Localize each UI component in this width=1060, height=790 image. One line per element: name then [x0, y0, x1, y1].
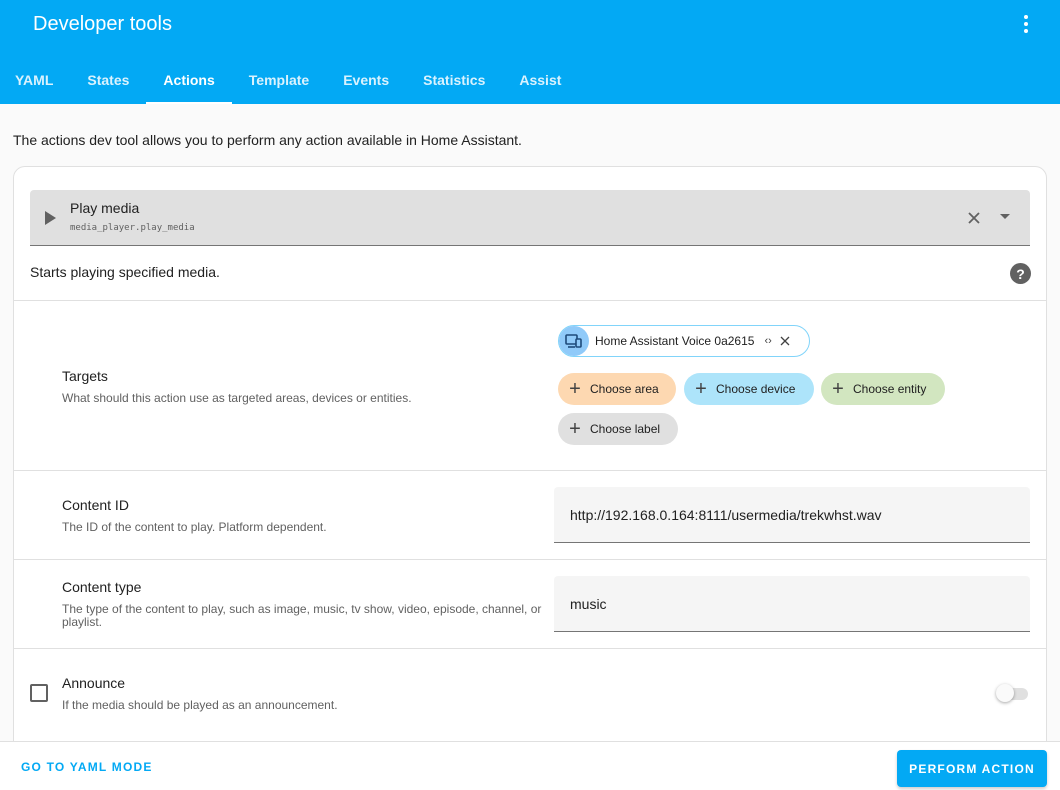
divider: [14, 300, 1046, 301]
announce-toggle[interactable]: [994, 684, 1030, 702]
action-card: Play media media_player.play_media Start…: [13, 166, 1047, 790]
divider: [14, 470, 1046, 471]
choose-area-button[interactable]: + Choose area: [558, 373, 676, 405]
footer-bar: GO TO YAML MODE PERFORM ACTION: [0, 741, 1060, 790]
choose-label-label: Choose label: [590, 422, 661, 436]
toggle-knob: [996, 684, 1014, 702]
remove-target-icon[interactable]: [780, 336, 790, 346]
content-id-label: Content ID: [62, 497, 129, 513]
devices-icon: [559, 326, 589, 356]
menu-down-icon[interactable]: [1000, 214, 1010, 219]
choose-device-label: Choose device: [716, 382, 796, 396]
selected-target-label: Home Assistant Voice 0a2615: [595, 334, 755, 348]
tab-actions[interactable]: Actions: [146, 56, 233, 104]
action-description: Starts playing specified media.: [30, 264, 220, 280]
dots-vertical-icon[interactable]: [1014, 12, 1038, 36]
plus-icon: +: [832, 377, 844, 400]
action-picker[interactable]: Play media media_player.play_media: [30, 190, 1030, 246]
content-type-help: The type of the content to play, such as…: [62, 602, 542, 629]
tab-states[interactable]: States: [70, 56, 146, 104]
targets-help: What should this action use as targeted …: [62, 391, 412, 405]
selected-target-chip[interactable]: Home Assistant Voice 0a2615 ‹›: [558, 325, 810, 357]
play-icon: [45, 211, 56, 225]
unfold-icon[interactable]: ‹›: [764, 335, 771, 347]
perform-action-button[interactable]: PERFORM ACTION: [897, 750, 1047, 787]
content-id-help: The ID of the content to play. Platform …: [62, 520, 327, 534]
divider: [14, 648, 1046, 649]
tab-bar: YAML States Actions Template Events Stat…: [0, 56, 578, 104]
intro-text: The actions dev tool allows you to perfo…: [13, 132, 522, 148]
divider: [14, 559, 1046, 560]
content-type-input[interactable]: music: [554, 576, 1030, 632]
close-icon[interactable]: [964, 208, 984, 228]
tab-events[interactable]: Events: [326, 56, 406, 104]
tab-assist[interactable]: Assist: [502, 56, 578, 104]
announce-checkbox[interactable]: [30, 684, 48, 702]
help-circle-icon[interactable]: ?: [1010, 263, 1031, 284]
plus-icon: +: [569, 417, 581, 440]
choose-device-button[interactable]: + Choose device: [684, 373, 814, 405]
targets-label: Targets: [62, 368, 108, 384]
action-id: media_player.play_media: [70, 223, 195, 233]
top-app-bar: Developer tools YAML States Actions Temp…: [0, 0, 1060, 104]
choose-label-button[interactable]: + Choose label: [558, 413, 678, 445]
content-id-input[interactable]: http://192.168.0.164:8111/usermedia/trek…: [554, 487, 1030, 543]
content-type-label: Content type: [62, 579, 142, 595]
choose-area-label: Choose area: [590, 382, 659, 396]
choose-entity-button[interactable]: + Choose entity: [821, 373, 945, 405]
tab-template[interactable]: Template: [232, 56, 326, 104]
plus-icon: +: [695, 377, 707, 400]
tab-statistics[interactable]: Statistics: [406, 56, 502, 104]
yaml-mode-button[interactable]: GO TO YAML MODE: [21, 760, 153, 774]
announce-label: Announce: [62, 675, 126, 691]
action-name: Play media: [70, 200, 140, 216]
choose-entity-label: Choose entity: [853, 382, 927, 396]
app-title: Developer tools: [33, 13, 172, 35]
tab-yaml[interactable]: YAML: [0, 56, 70, 104]
announce-help: If the media should be played as an anno…: [62, 698, 338, 712]
plus-icon: +: [569, 377, 581, 400]
